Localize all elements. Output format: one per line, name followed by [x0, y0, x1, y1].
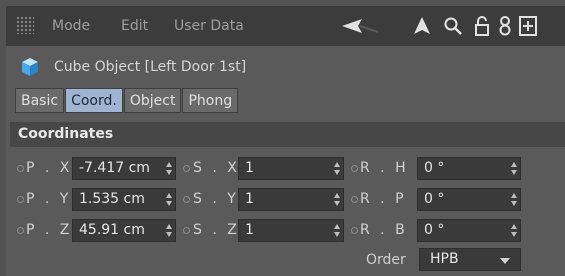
coord-row: P . X -7.417 cm S . X 1 R . H 0 °	[6, 156, 565, 182]
rotation-p-field[interactable]: 0 °	[417, 188, 521, 211]
scale-x-field[interactable]: 1	[238, 157, 344, 180]
order-dropdown[interactable]: HPB	[419, 248, 521, 271]
tab-phong[interactable]: Phong	[182, 88, 239, 113]
object-title: Cube Object [Left Door 1st]	[54, 59, 247, 75]
scale-label: S . X	[193, 160, 240, 176]
add-panel-icon[interactable]	[518, 14, 538, 38]
tab-bar: Basic Coord. Object Phong	[15, 88, 239, 113]
rotation-label: R . B	[360, 222, 408, 238]
keyframe-dot-icon[interactable]	[351, 227, 358, 234]
position-y-field[interactable]: 1.535 cm	[72, 188, 176, 211]
spinner-icon[interactable]	[333, 192, 341, 207]
order-label: Order	[366, 252, 406, 268]
section-header: Coordinates	[10, 122, 565, 147]
keyframe-dot-icon[interactable]	[17, 196, 24, 203]
arrow-left-icon[interactable]	[340, 14, 380, 38]
coord-row: P . Z 45.91 cm S . Z 1 R . B 0 °	[6, 218, 565, 244]
scale-label: S . Z	[193, 222, 240, 238]
scale-label: S . Y	[193, 191, 239, 207]
keyframe-dot-icon[interactable]	[17, 165, 24, 172]
tab-basic[interactable]: Basic	[15, 88, 65, 113]
rotation-b-field[interactable]: 0 °	[417, 219, 521, 242]
position-label: P . Z	[26, 222, 73, 238]
spinner-icon[interactable]	[510, 223, 518, 238]
rotation-label: R . H	[360, 160, 409, 176]
keyframe-dot-icon[interactable]	[183, 227, 190, 234]
tab-coord[interactable]: Coord.	[65, 88, 123, 113]
keyframe-dot-icon[interactable]	[183, 165, 190, 172]
tab-object[interactable]: Object	[123, 88, 182, 113]
menu-mode[interactable]: Mode	[52, 18, 90, 34]
attribute-manager: Mode Edit User Data Cube Object [Left Do…	[6, 6, 565, 276]
scale-z-field[interactable]: 1	[238, 219, 344, 242]
position-label: P . X	[26, 160, 73, 176]
chevron-down-icon	[500, 258, 510, 264]
position-z-field[interactable]: 45.91 cm	[72, 219, 176, 242]
lock-icon[interactable]	[472, 14, 492, 38]
rotation-h-field[interactable]: 0 °	[417, 157, 521, 180]
spinner-icon[interactable]	[333, 161, 341, 176]
spinner-icon[interactable]	[510, 192, 518, 207]
keyframe-dot-icon[interactable]	[183, 196, 190, 203]
object-header: Cube Object [Left Door 1st]	[6, 52, 565, 82]
spinner-icon[interactable]	[165, 192, 173, 207]
link-icon[interactable]	[496, 14, 514, 38]
section-title: Coordinates	[18, 126, 114, 142]
scale-y-field[interactable]: 1	[238, 188, 344, 211]
keyframe-dot-icon[interactable]	[17, 227, 24, 234]
menu-user-data[interactable]: User Data	[174, 18, 244, 34]
spinner-icon[interactable]	[333, 223, 341, 238]
menu-edit[interactable]: Edit	[121, 18, 148, 34]
keyframe-dot-icon[interactable]	[351, 165, 358, 172]
spinner-icon[interactable]	[165, 161, 173, 176]
position-x-field[interactable]: -7.417 cm	[72, 157, 176, 180]
arrow-up-icon[interactable]	[410, 14, 434, 38]
cube-icon	[20, 57, 40, 77]
search-icon[interactable]	[442, 14, 464, 38]
coord-row: P . Y 1.535 cm S . Y 1 R . P 0 °	[6, 187, 565, 213]
position-label: P . Y	[26, 191, 72, 207]
keyframe-dot-icon[interactable]	[351, 196, 358, 203]
drag-grip-icon[interactable]	[16, 16, 34, 34]
spinner-icon[interactable]	[165, 223, 173, 238]
menu-bar: Mode Edit User Data	[6, 6, 565, 46]
spinner-icon[interactable]	[510, 161, 518, 176]
rotation-label: R . P	[360, 191, 407, 207]
order-value: HPB	[430, 251, 459, 267]
